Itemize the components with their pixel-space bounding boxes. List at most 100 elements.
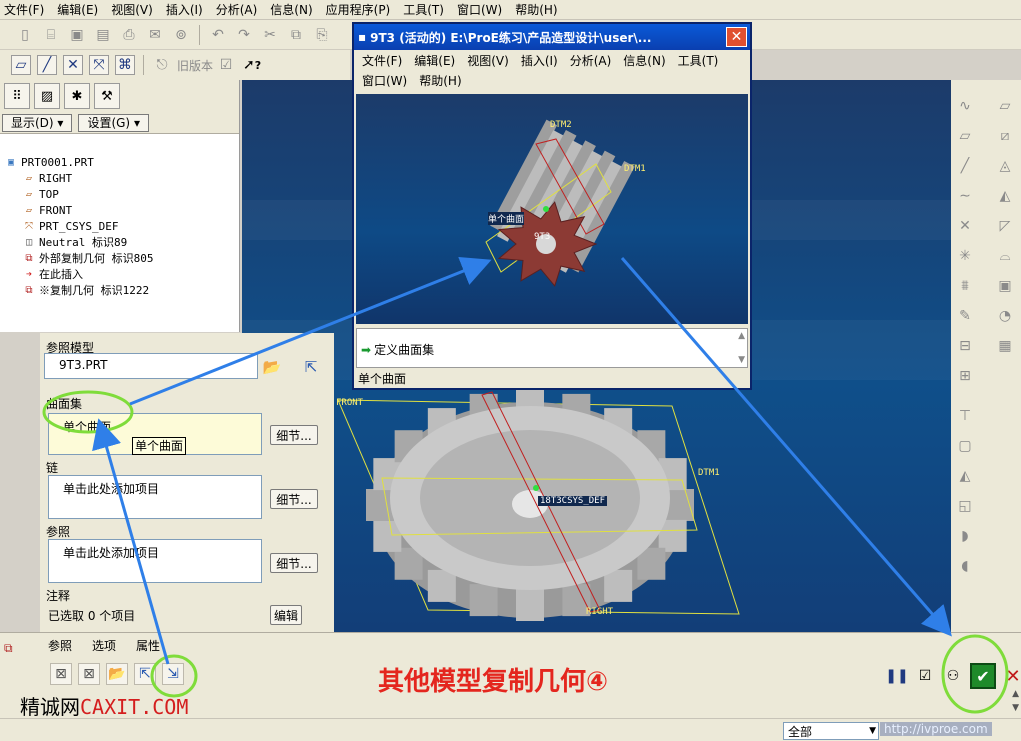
surface-set-item[interactable]: 单个曲面 — [63, 420, 111, 434]
datum-plane-display-icon[interactable]: ▱ — [11, 55, 31, 75]
dashboard-tab[interactable]: 参照 — [40, 635, 84, 654]
tree-node[interactable]: ▣ PRT0001.PRT — [4, 154, 239, 170]
tree-node[interactable]: ➔ 在此插入 — [4, 266, 239, 282]
scroll-up-icon[interactable]: ▲ — [1012, 689, 1019, 699]
publish-geometry-icon[interactable]: ⊠ — [50, 663, 72, 685]
scroll-down-icon[interactable]: ▼ — [1012, 703, 1019, 713]
menu-item[interactable]: 文件(F) — [0, 1, 53, 18]
draft-icon[interactable]: ✎ — [955, 306, 975, 326]
paste-tool-icon[interactable]: ⊞ — [955, 366, 975, 386]
select-ref-icon[interactable]: ⇱ — [134, 663, 156, 685]
popup-titlebar[interactable]: ▪ 9T3 (活动的) E:\ProE练习\产品造型设计\user\... — [354, 24, 750, 50]
annotation-display-icon[interactable]: ⌘ — [115, 55, 135, 75]
round-icon[interactable]: ▦ — [995, 336, 1015, 356]
favorites-tab-icon[interactable]: ✱ — [64, 83, 90, 109]
confirm-check-icon[interactable]: ✔ — [970, 663, 996, 689]
open-icon[interactable]: 📂 — [106, 663, 128, 685]
axis-icon[interactable]: ╱ — [955, 156, 975, 176]
preview-checkbox-icon[interactable]: ☑ — [914, 665, 936, 687]
send-icon[interactable]: ⊚ — [171, 25, 191, 45]
refs-details-button[interactable]: 细节... — [270, 553, 318, 573]
trim-icon[interactable]: ⊤ — [955, 406, 975, 426]
surface-set-details-button[interactable]: 细节... — [270, 425, 318, 445]
menu-item[interactable]: 插入(I) — [162, 1, 212, 18]
popup-menu-item[interactable]: 分析(A) — [566, 52, 620, 69]
extrude-icon[interactable]: ⧄ — [995, 126, 1015, 146]
sweep-icon[interactable]: ◭ — [995, 186, 1015, 206]
refs-list[interactable]: 单击此处添加项目 — [48, 539, 262, 583]
copy-ref-icon[interactable]: ⇲ — [162, 663, 184, 685]
analysis-icon[interactable]: ⩩ — [955, 276, 975, 296]
thicken-icon[interactable]: ◭ — [955, 466, 975, 486]
popup-menu-item[interactable]: 帮助(H) — [415, 72, 469, 89]
hole-icon[interactable]: ⌓ — [995, 246, 1015, 266]
curve-icon[interactable]: ∼ — [955, 186, 975, 206]
new-file-icon[interactable]: ▯ — [15, 25, 35, 45]
revolve-icon[interactable]: ◬ — [995, 156, 1015, 176]
menu-item[interactable]: 工具(T) — [399, 1, 453, 18]
selection-filter-select[interactable]: 全部 ▼ — [783, 722, 879, 740]
chain-details-button[interactable]: 细节... — [270, 489, 318, 509]
menu-item[interactable]: 视图(V) — [107, 1, 162, 18]
sketch-icon[interactable]: ∿ — [955, 96, 975, 116]
plane-icon[interactable]: ▱ — [955, 126, 975, 146]
close-icon[interactable]: ✕ — [726, 27, 747, 47]
point-icon[interactable]: ✕ — [955, 216, 975, 236]
menu-item[interactable]: 分析(A) — [212, 1, 267, 18]
menu-item[interactable]: 信息(N) — [266, 1, 321, 18]
dashboard-tab[interactable]: 选项 — [84, 635, 128, 654]
paste-icon[interactable]: ⎘ — [312, 25, 332, 45]
menu-item[interactable]: 帮助(H) — [511, 1, 566, 18]
mirror-icon[interactable]: ◗ — [955, 526, 975, 546]
tree-node[interactable]: ⧉ ※复制几何 标识1222 — [4, 282, 239, 298]
popup-menu-item[interactable]: 窗口(W) — [358, 72, 415, 89]
redo-icon[interactable]: ↷ — [234, 25, 254, 45]
reference-model-window[interactable]: ▪ 9T3 (活动的) E:\ProE练习\产品造型设计\user\... ✕ … — [352, 22, 752, 390]
save-copy-icon[interactable]: ▤ — [93, 25, 113, 45]
tree-node[interactable]: ▱ TOP — [4, 186, 239, 202]
ref-model-field[interactable]: 9T3.PRT — [44, 353, 258, 379]
tree-node[interactable]: ▱ RIGHT — [4, 170, 239, 186]
model-tree-tab-icon[interactable]: ⠿ — [4, 83, 30, 109]
old-version-label[interactable]: 旧版本 — [177, 57, 213, 74]
blend-icon[interactable]: ◸ — [995, 216, 1015, 236]
email-icon[interactable]: ✉ — [145, 25, 165, 45]
menu-item[interactable]: 应用程序(P) — [322, 1, 400, 18]
offset-icon[interactable]: ▢ — [955, 436, 975, 456]
rib-icon[interactable]: ◔ — [995, 306, 1015, 326]
show-dropdown[interactable]: 显示(D) ▾ — [2, 113, 73, 132]
external-ref-icon[interactable]: ⊠ — [78, 663, 100, 685]
folder-browser-tab-icon[interactable]: ▨ — [34, 83, 60, 109]
cut-icon[interactable]: ✂ — [260, 25, 280, 45]
tree-node[interactable]: ▱ FRONT — [4, 202, 239, 218]
glasses-icon[interactable]: ⚇ — [942, 665, 964, 687]
save-icon[interactable]: ▣ — [67, 25, 87, 45]
scroll-down-icon[interactable]: ▼ — [738, 355, 745, 365]
old-version-icon[interactable]: ⎋ — [152, 55, 172, 75]
edit-button[interactable]: 编辑 — [270, 605, 302, 625]
popup-menu-item[interactable]: 插入(I) — [517, 52, 566, 69]
shell-icon[interactable]: ▣ — [995, 276, 1015, 296]
popup-menu-item[interactable]: 工具(T) — [674, 52, 727, 69]
popup-menu-item[interactable]: 视图(V) — [463, 52, 517, 69]
tree-node[interactable]: ⧉ 外部复制几何 标识805 — [4, 250, 239, 266]
popup-menu-item[interactable]: 文件(F) — [358, 52, 410, 69]
menu-item[interactable]: 编辑(E) — [53, 1, 107, 18]
open-file-icon[interactable]: ⌸ — [41, 25, 61, 45]
undo-icon[interactable]: ↶ — [208, 25, 228, 45]
open-model-icon[interactable]: 📂 — [262, 357, 282, 377]
popup-menu-item[interactable]: 编辑(E) — [410, 52, 463, 69]
datum-axis-display-icon[interactable]: ╱ — [37, 55, 57, 75]
popup-menu-item[interactable]: 信息(N) — [619, 52, 673, 69]
select-model-icon[interactable]: ⇱ — [300, 357, 322, 377]
datum-plane-tool-icon[interactable]: ▱ — [995, 96, 1015, 116]
csys-display-icon[interactable]: ⤧ — [89, 55, 109, 75]
dashboard-tab[interactable]: 属性 — [128, 635, 172, 654]
copy-icon[interactable]: ⧉ — [286, 25, 306, 45]
checkbox-tool-icon[interactable]: ☑ — [216, 55, 236, 75]
merge-icon[interactable]: ◖ — [955, 556, 975, 576]
scroll-up-icon[interactable]: ▲ — [738, 331, 745, 341]
datum-point-display-icon[interactable]: ✕ — [63, 55, 83, 75]
cancel-icon[interactable]: ✕ — [1002, 665, 1021, 687]
tree-node[interactable]: ⤧ PRT_CSYS_DEF — [4, 218, 239, 234]
